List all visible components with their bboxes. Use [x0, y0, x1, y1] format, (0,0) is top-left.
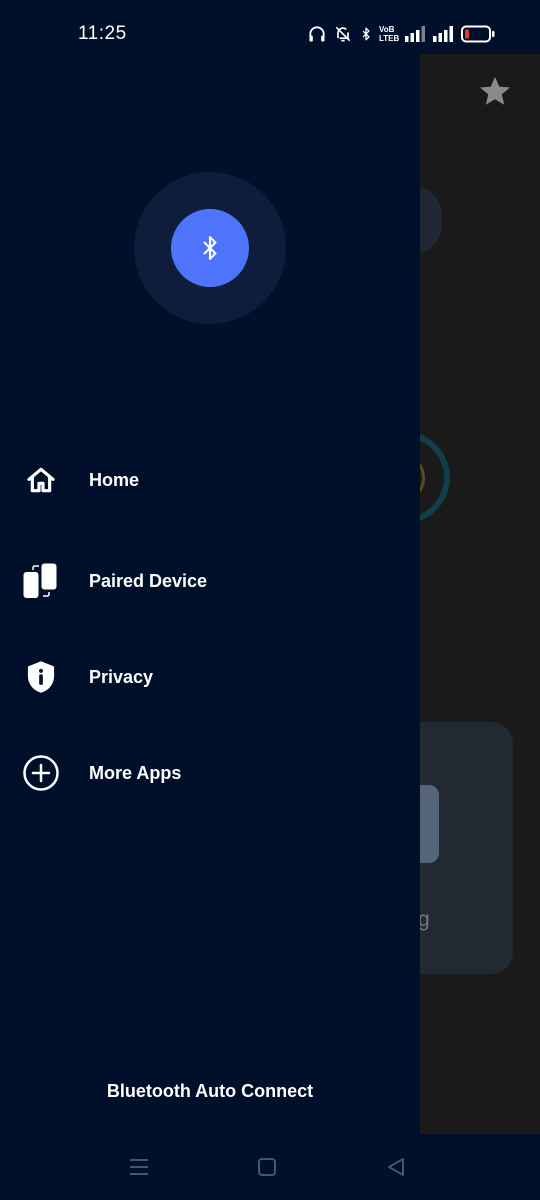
paired-device-icon: [20, 560, 62, 602]
plus-circle-icon: [20, 752, 62, 794]
menu-item-label: Privacy: [89, 666, 154, 687]
home-square-icon[interactable]: [254, 1154, 280, 1180]
back-icon[interactable]: [383, 1154, 409, 1180]
headphones-icon: [309, 26, 325, 42]
menu-icon[interactable]: [126, 1154, 152, 1180]
status-bar: 11:25 VoB LTEB: [0, 0, 540, 54]
menu-item-privacy[interactable]: Privacy: [0, 646, 420, 708]
menu-item-label: More Apps: [89, 762, 182, 783]
shield-info-icon: [20, 656, 62, 698]
signal-icon: [433, 26, 454, 42]
star-icon[interactable]: [478, 74, 512, 108]
status-time: 11:25: [78, 23, 127, 44]
bluetooth-icon: [362, 27, 370, 41]
menu-item-label: Home: [89, 469, 140, 490]
navigation-drawer: Home Paired Device Privacy More Apps Blu…: [0, 0, 420, 1134]
menu-item-label: Paired Device: [89, 570, 208, 591]
menu-item-home[interactable]: Home: [0, 449, 420, 511]
volte-icon: VoB LTEB: [379, 25, 400, 43]
bluetooth-icon: [203, 236, 217, 260]
home-icon: [20, 459, 62, 501]
menu-item-more-apps[interactable]: More Apps: [0, 742, 420, 804]
status-icons: VoB LTEB: [307, 23, 495, 45]
menu-item-paired-device[interactable]: Paired Device: [0, 550, 420, 612]
signal-icon: [405, 26, 426, 42]
mute-icon: [335, 26, 351, 42]
battery-low-icon: [461, 25, 495, 43]
bluetooth-auto-connect-label: Bluetooth Auto Connect: [106, 1081, 314, 1101]
app-logo: [171, 209, 249, 287]
